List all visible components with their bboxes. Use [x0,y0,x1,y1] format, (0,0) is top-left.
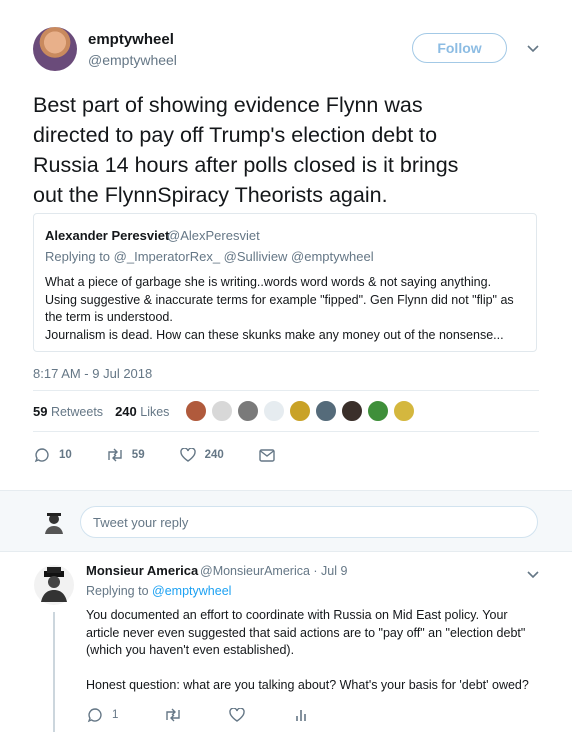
reply-action[interactable]: 1 [86,706,118,724]
heart-icon [228,706,246,724]
quote-author-handle: @AlexPeresviet [167,228,260,243]
main-tweet: emptywheel @emptywheel Follow Best part … [0,0,572,490]
reply-icon [86,706,104,724]
reply-icon [33,446,51,464]
chevron-down-icon[interactable] [526,42,540,56]
liker-avatar[interactable] [341,400,363,422]
thread-line [53,612,55,732]
liker-avatar[interactable] [393,400,415,422]
quote-text: What a piece of garbage she is writing..… [45,275,514,342]
engagement-stats: 59 Retweets 240 Likes [33,404,169,419]
reply-text: You documented an effort to coordinate w… [86,608,529,692]
envelope-icon [258,446,276,464]
quoted-tweet[interactable]: Alexander Peresviet @AlexPeresviet Reply… [33,213,537,352]
reply-composer: Tweet your reply [0,490,572,552]
message-action[interactable] [258,446,276,464]
divider [33,390,539,391]
liker-avatar[interactable] [185,400,207,422]
reply-replying-to: Replying to @emptywheel [86,584,232,598]
like-action[interactable] [228,706,246,724]
retweet-action[interactable] [164,706,182,724]
heart-icon [179,446,197,464]
tweet-timestamp[interactable]: 8:17 AM - 9 Jul 2018 [33,366,152,381]
reply-author-avatar[interactable] [33,564,75,606]
current-user-avatar[interactable] [41,510,67,536]
author-avatar[interactable] [33,27,77,71]
reply-author-handle[interactable]: @MonsieurAmerica · Jul 9 [200,564,347,578]
analytics-icon [292,706,310,724]
author-name[interactable]: emptywheel [88,31,174,48]
tweet-actions: 10 59 240 [33,446,310,464]
reply-tweet[interactable]: Monsieur America @MonsieurAmerica · Jul … [0,552,572,739]
author-handle[interactable]: @emptywheel [88,52,177,68]
reply-action[interactable]: 10 [33,446,72,464]
reply-input[interactable]: Tweet your reply [80,506,538,538]
like-action[interactable]: 240 [179,446,224,464]
reply-author-name[interactable]: Monsieur America [86,563,198,578]
retweet-icon [106,446,124,464]
follow-button[interactable]: Follow [412,33,507,63]
analytics-action[interactable] [292,706,310,724]
tweet-text: Best part of showing evidence Flynn was … [33,93,459,207]
chevron-down-icon[interactable] [526,568,540,582]
quote-author-name: Alexander Peresviet [45,228,170,243]
quote-replying-to: Replying to @_ImperatorRex_ @Sulliview @… [45,249,374,264]
liker-avatar[interactable] [367,400,389,422]
liker-avatar[interactable] [237,400,259,422]
reply-actions: 1 [86,706,356,724]
liker-avatar[interactable] [289,400,311,422]
divider [33,431,539,432]
retweet-icon [164,706,182,724]
retweets-stat[interactable]: 59 Retweets [33,404,103,419]
liker-avatar[interactable] [211,400,233,422]
liker-avatar[interactable] [315,400,337,422]
replying-to-link[interactable]: @emptywheel [152,584,231,598]
retweet-action[interactable]: 59 [106,446,145,464]
liker-avatars [185,400,415,422]
likes-stat[interactable]: 240 Likes [115,404,169,419]
liker-avatar[interactable] [263,400,285,422]
